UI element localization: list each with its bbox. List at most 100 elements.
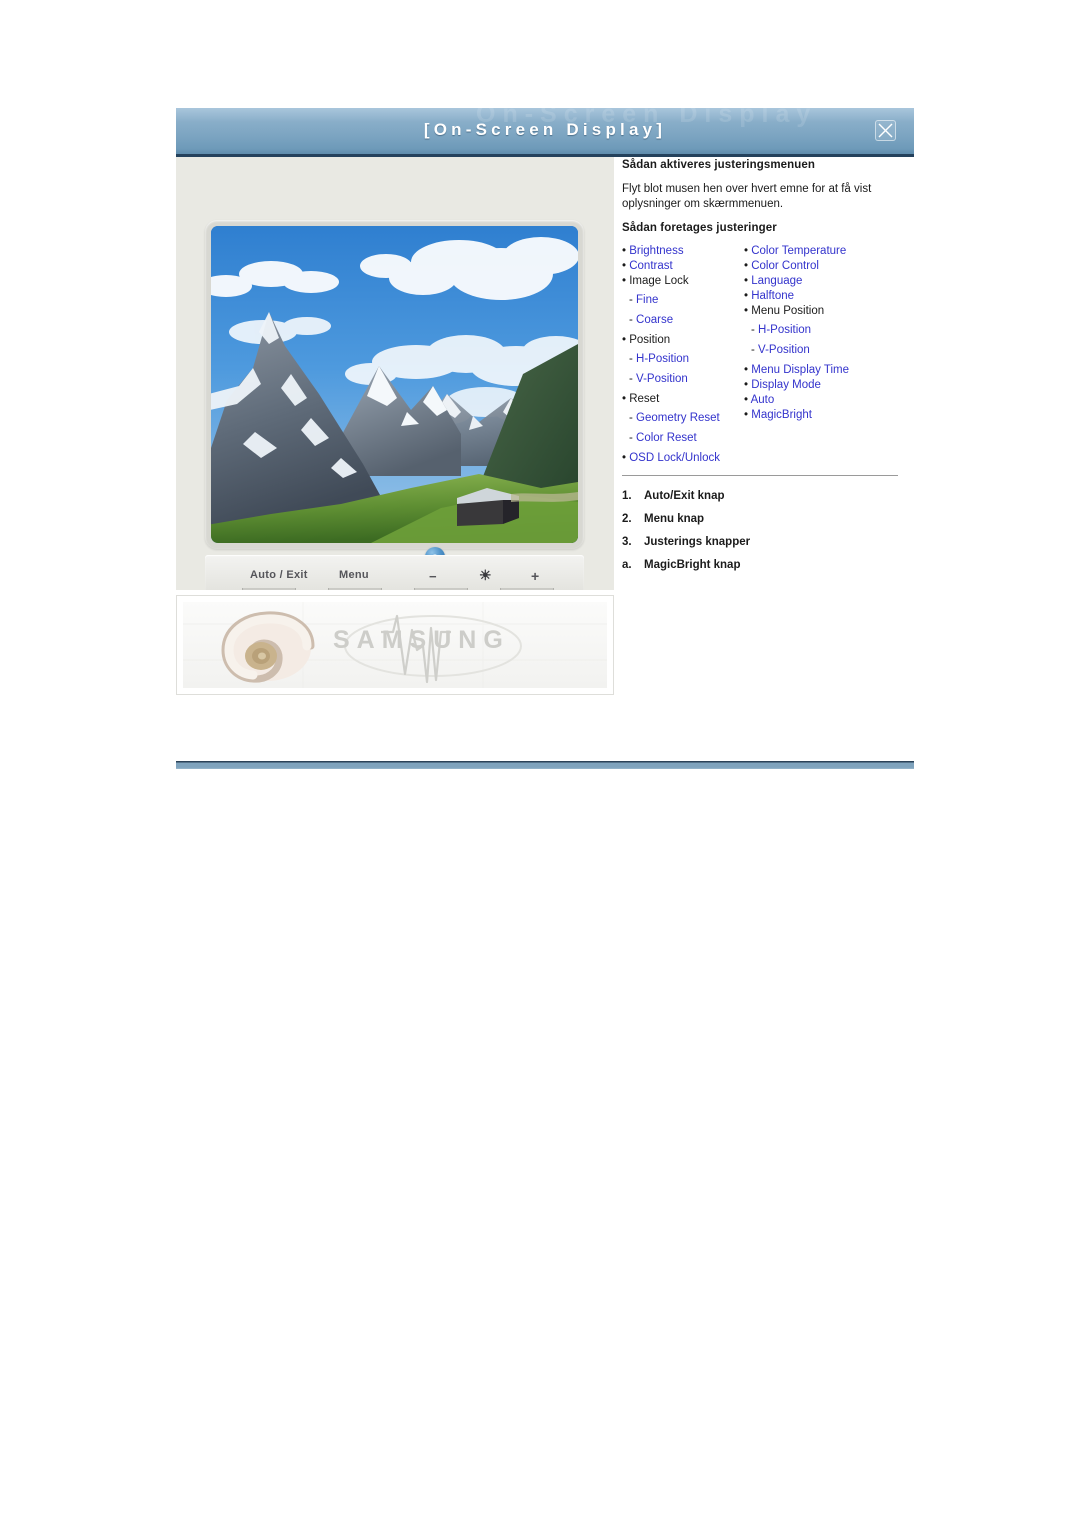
menu-item-osd-lock-unlock[interactable]: • OSD Lock/Unlock (622, 452, 742, 465)
menu-item-label: Coarse (636, 314, 674, 326)
menu-item-label: Fine (636, 294, 659, 306)
plus-label: + (531, 568, 540, 584)
menu-column-right: • Color Temperature • Color Control • Lang… (744, 245, 914, 424)
close-icon (876, 121, 895, 140)
menu-item-fine[interactable]: - Fine (622, 294, 742, 307)
legend-row-3: 3. Justerings knapper (622, 536, 914, 548)
menu-item-halftone[interactable]: • Halftone (744, 290, 914, 303)
menu-item-language[interactable]: • Language (744, 275, 914, 288)
menu-item-h-position[interactable]: - H-Position (744, 324, 914, 337)
page-title: [On-Screen Display] (423, 120, 667, 139)
menu-item-label: Language (751, 275, 803, 287)
dash-marker: - (751, 344, 759, 356)
menu-item-auto[interactable]: • Auto (744, 394, 914, 407)
menu-item-v-position[interactable]: - V-Position (744, 344, 914, 357)
menu-item-color-control[interactable]: • Color Control (744, 260, 914, 273)
menu-item-contrast[interactable]: • Contrast (622, 260, 742, 273)
legend-marker: 2. (622, 513, 632, 525)
menu-item-label: V-Position (636, 373, 688, 385)
menu-item-v-position[interactable]: - V-Position (622, 373, 742, 386)
menu-item-label: MagicBright (751, 409, 812, 421)
menu-item-brightness[interactable]: • Brightness (622, 245, 742, 258)
menu-item-color-reset[interactable]: - Color Reset (622, 432, 742, 445)
window-header: On-Screen Display [On-Screen Display] (176, 108, 914, 157)
menu-item-label: Brightness (629, 245, 684, 257)
dash-marker: - (751, 324, 759, 336)
menu-item-label: Halftone (751, 290, 795, 302)
dash-marker: - (629, 294, 637, 306)
menu-item-reset: • Reset (622, 393, 742, 406)
menu-item-geometry-reset[interactable]: - Geometry Reset (622, 412, 742, 425)
menu-item-h-position[interactable]: - H-Position (622, 353, 742, 366)
dash-marker: - (629, 412, 637, 424)
intro-paragraph: Flyt blot musen hen over hvert emne for … (622, 183, 872, 210)
legend-label: Justerings knapper (644, 536, 751, 548)
dash-marker: - (629, 353, 637, 365)
mountain-landscape-image (211, 226, 578, 543)
logo-strip-inner: SAMSUNG (183, 602, 607, 688)
menu-item-label: Color Control (751, 260, 819, 272)
legend-row-a: a. MagicBright knap (622, 559, 914, 571)
menu-label: Menu (339, 569, 369, 581)
footer-divider-bar (176, 761, 914, 769)
auto-exit-button[interactable] (242, 588, 296, 590)
menu-item-label: Menu Position (751, 305, 825, 317)
osd-window: On-Screen Display [On-Screen Display] Au… (176, 108, 914, 590)
samsung-wordmark: SAMSUNG (333, 626, 510, 654)
menu-button[interactable] (328, 588, 382, 590)
menu-item-label: H-Position (758, 324, 812, 336)
menu-item-coarse[interactable]: - Coarse (622, 314, 742, 327)
menu-item-label: V-Position (758, 344, 810, 356)
auto-exit-label: Auto / Exit (250, 569, 308, 581)
menu-item-magicbright[interactable]: • MagicBright (744, 409, 914, 422)
menu-item-label: Image Lock (629, 275, 689, 287)
brightness-icon: ☀ (479, 567, 492, 583)
samsung-logo-strip: SAMSUNG (176, 595, 614, 695)
menu-columns: • Brightness • Contrast • Image Lock - Fine… (622, 245, 914, 465)
screen-photo (211, 226, 578, 543)
adjust-plus-button[interactable] (500, 588, 554, 590)
menu-item-menu-position: • Menu Position (744, 305, 914, 318)
window-body: a Auto / Exit Menu − ☀ + Magic Bright 1 … (176, 157, 914, 590)
heading-adjust: Sådan foretages justeringer (622, 222, 777, 234)
menu-column-left: • Brightness • Contrast • Image Lock - Fine… (622, 245, 742, 467)
minus-label: − (429, 569, 437, 584)
menu-item-label: Position (629, 334, 671, 346)
legend-marker: a. (622, 559, 632, 571)
menu-item-label: Menu Display Time (751, 364, 850, 376)
menu-item-label: Auto (750, 394, 775, 406)
dash-marker: - (629, 373, 637, 385)
legend-marker: 1. (622, 490, 632, 502)
menu-item-image-lock: • Image Lock (622, 275, 742, 288)
menu-item-color-temperature[interactable]: • Color Temperature (744, 245, 914, 258)
menu-item-label: Color Reset (636, 432, 697, 444)
menu-item-label: Color Temperature (751, 245, 847, 257)
legend-row-2: 2. Menu knap (622, 513, 914, 525)
menu-item-menu-display-time[interactable]: • Menu Display Time (744, 364, 914, 377)
dash-marker: - (629, 432, 637, 444)
info-panel: Sådan aktiveres justeringsmenuen Flyt bl… (622, 157, 914, 582)
menu-item-label: Contrast (629, 260, 673, 272)
legend-row-1: 1. Auto/Exit knap (622, 490, 914, 502)
menu-item-label: OSD Lock/Unlock (629, 452, 720, 464)
legend-label: Menu knap (644, 513, 705, 525)
horizontal-divider (622, 475, 898, 476)
monitor-illustration: a Auto / Exit Menu − ☀ + Magic Bright 1 … (176, 157, 614, 590)
menu-item-display-mode[interactable]: • Display Mode (744, 379, 914, 392)
menu-item-position: • Position (622, 334, 742, 347)
close-button[interactable] (875, 120, 896, 141)
monitor-control-panel: Auto / Exit Menu − ☀ + Magic Bright 1 2 … (205, 555, 584, 590)
menu-item-label: H-Position (636, 353, 690, 365)
dash-marker: - (629, 314, 637, 326)
heading-activate: Sådan aktiveres justeringsmenuen (622, 159, 816, 171)
menu-item-label: Reset (629, 393, 660, 405)
legend-label: Auto/Exit knap (644, 490, 725, 502)
legend-label: MagicBright knap (644, 559, 741, 571)
numbered-legend: 1. Auto/Exit knap 2. Menu knap 3. Justerings … (622, 490, 914, 571)
adjust-minus-button[interactable] (414, 588, 468, 590)
menu-item-label: Display Mode (751, 379, 821, 391)
legend-marker: 3. (622, 536, 632, 548)
monitor-bezel (205, 220, 584, 549)
nautilus-shell-icon (221, 611, 315, 683)
menu-item-label: Geometry Reset (636, 412, 720, 424)
